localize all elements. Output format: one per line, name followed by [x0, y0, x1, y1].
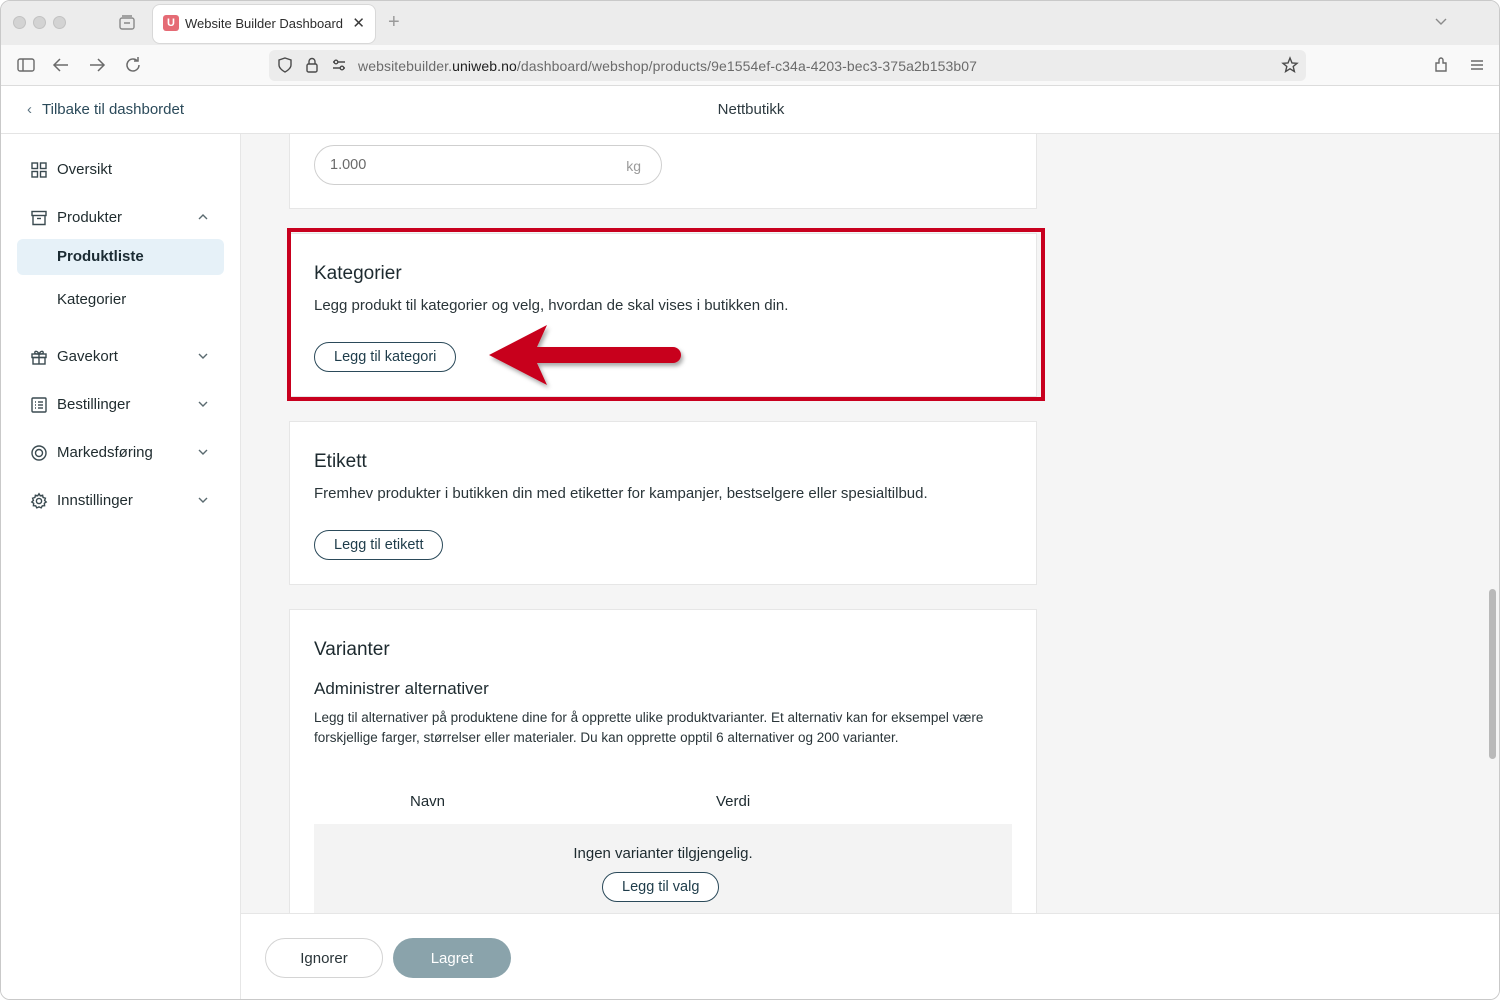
- chevron-down-icon: [196, 445, 210, 459]
- sidebar-item-produktliste[interactable]: Produktliste: [17, 239, 224, 275]
- column-header-name: Navn: [410, 793, 446, 810]
- main-content: 1.000 kg Kategorier Legg produkt til kat…: [241, 134, 1499, 913]
- sidebar-toggle-icon[interactable]: [16, 55, 36, 75]
- add-label-button[interactable]: Legg til etikett: [314, 530, 444, 560]
- site-permissions-icon[interactable]: [330, 56, 348, 74]
- weight-input[interactable]: 1.000 kg: [314, 145, 662, 185]
- sidebar-item-label: Innstillinger: [57, 492, 133, 509]
- red-arrow-annotation: [489, 325, 681, 385]
- sidebar-item-gavekort[interactable]: Gavekort: [17, 339, 224, 375]
- chevron-down-icon: [196, 349, 210, 363]
- archive-box-icon: [30, 209, 48, 227]
- tab-overview-icon[interactable]: [117, 13, 137, 33]
- variants-subtitle: Administrer alternativer: [314, 679, 489, 698]
- sidebar: Oversikt Produkter Produktliste Kategori…: [1, 134, 241, 999]
- sidebar-item-label: Produktliste: [57, 248, 144, 265]
- page-title: Nettbutikk: [717, 101, 785, 118]
- favicon-icon: U: [163, 15, 179, 31]
- chevron-up-icon: [196, 210, 210, 224]
- gear-icon: [30, 492, 48, 510]
- menu-icon[interactable]: [1467, 55, 1487, 75]
- sidebar-item-markedsforing[interactable]: Markedsføring: [17, 435, 224, 471]
- label-title: Etikett: [314, 451, 367, 472]
- ignore-button[interactable]: Ignorer: [265, 938, 383, 978]
- label-description: Fremhev produkter i butikken din med eti…: [314, 485, 928, 502]
- sidebar-item-label: Kategorier: [57, 291, 127, 308]
- categories-title: Kategorier: [314, 263, 402, 284]
- footer-bar: Ignorer Lagret: [241, 913, 1499, 999]
- label-card: Etikett Fremhev produkter i butikken din…: [289, 421, 1037, 585]
- sidebar-item-produkter[interactable]: Produkter: [17, 200, 224, 236]
- weight-value: 1.000: [330, 157, 367, 173]
- add-category-button[interactable]: Legg til kategori: [314, 342, 457, 372]
- variants-title: Varianter: [314, 639, 390, 660]
- minimize-window-button[interactable]: [33, 16, 46, 29]
- sidebar-item-bestillinger[interactable]: Bestillinger: [17, 387, 224, 423]
- close-icon[interactable]: ✕: [352, 14, 365, 32]
- scrollbar-thumb[interactable]: [1489, 589, 1496, 759]
- target-icon: [30, 444, 48, 462]
- empty-variants-message: Ingen varianter tilgjengelig.: [573, 845, 753, 862]
- categories-description: Legg produkt til kategorier og velg, hvo…: [314, 297, 789, 314]
- chevron-down-icon: [196, 493, 210, 507]
- browser-tab[interactable]: U Website Builder Dashboard ✕: [153, 5, 375, 43]
- maximize-window-button[interactable]: [53, 16, 66, 29]
- lock-icon[interactable]: [303, 56, 321, 74]
- sidebar-item-label: Markedsføring: [57, 444, 153, 461]
- variants-card: Varianter Administrer alternativer Legg …: [289, 609, 1037, 913]
- browser-window: U Website Builder Dashboard ✕ + websiteb…: [0, 0, 1500, 1000]
- grid-icon: [30, 161, 48, 179]
- empty-variants-box: Ingen varianter tilgjengelig. Legg til v…: [314, 824, 1012, 913]
- bookmark-star-icon[interactable]: [1281, 56, 1299, 74]
- saved-button[interactable]: Lagret: [393, 938, 511, 978]
- sidebar-item-label: Bestillinger: [57, 396, 131, 413]
- address-bar[interactable]: websitebuilder.uniweb.no/dashboard/websh…: [269, 50, 1306, 81]
- variants-description: Legg til alternativer på produktene dine…: [314, 710, 984, 745]
- column-header-value: Verdi: [716, 793, 751, 810]
- sidebar-item-innstillinger[interactable]: Innstillinger: [17, 483, 224, 519]
- weight-unit: kg: [626, 158, 641, 174]
- sidebar-item-label: Oversikt: [57, 161, 113, 178]
- gift-icon: [30, 348, 48, 366]
- url-prefix: websitebuilder.: [358, 58, 453, 74]
- sidebar-item-label: Gavekort: [57, 348, 118, 365]
- tab-title: Website Builder Dashboard: [185, 16, 344, 31]
- back-arrow-icon[interactable]: [51, 55, 71, 75]
- app-header: ‹ Tilbake til dashbordet Nettbutikk: [1, 86, 1499, 134]
- chevron-down-icon[interactable]: [1433, 13, 1449, 34]
- forward-arrow-icon[interactable]: [87, 55, 107, 75]
- url-path: /dashboard/webshop/products/9e1554ef-c34…: [516, 58, 978, 74]
- chevron-down-icon: [196, 397, 210, 411]
- navigation-bar: websitebuilder.uniweb.no/dashboard/websh…: [1, 45, 1499, 86]
- url-text[interactable]: websitebuilder.uniweb.no/dashboard/websh…: [358, 58, 977, 74]
- sidebar-item-kategorier[interactable]: Kategorier: [17, 282, 224, 318]
- sidebar-item-oversikt[interactable]: Oversikt: [17, 152, 224, 188]
- tab-bar: U Website Builder Dashboard ✕ +: [1, 1, 1499, 45]
- add-option-button[interactable]: Legg til valg: [602, 872, 720, 902]
- shield-icon[interactable]: [276, 56, 294, 74]
- close-window-button[interactable]: [13, 16, 26, 29]
- extensions-icon[interactable]: [1431, 55, 1451, 75]
- url-host: uniweb.no: [452, 58, 517, 74]
- reload-icon[interactable]: [123, 55, 143, 75]
- sidebar-item-label: Produkter: [57, 209, 123, 226]
- weight-card: 1.000 kg: [289, 134, 1037, 209]
- list-icon: [30, 396, 48, 414]
- new-tab-plus-icon[interactable]: +: [388, 11, 400, 34]
